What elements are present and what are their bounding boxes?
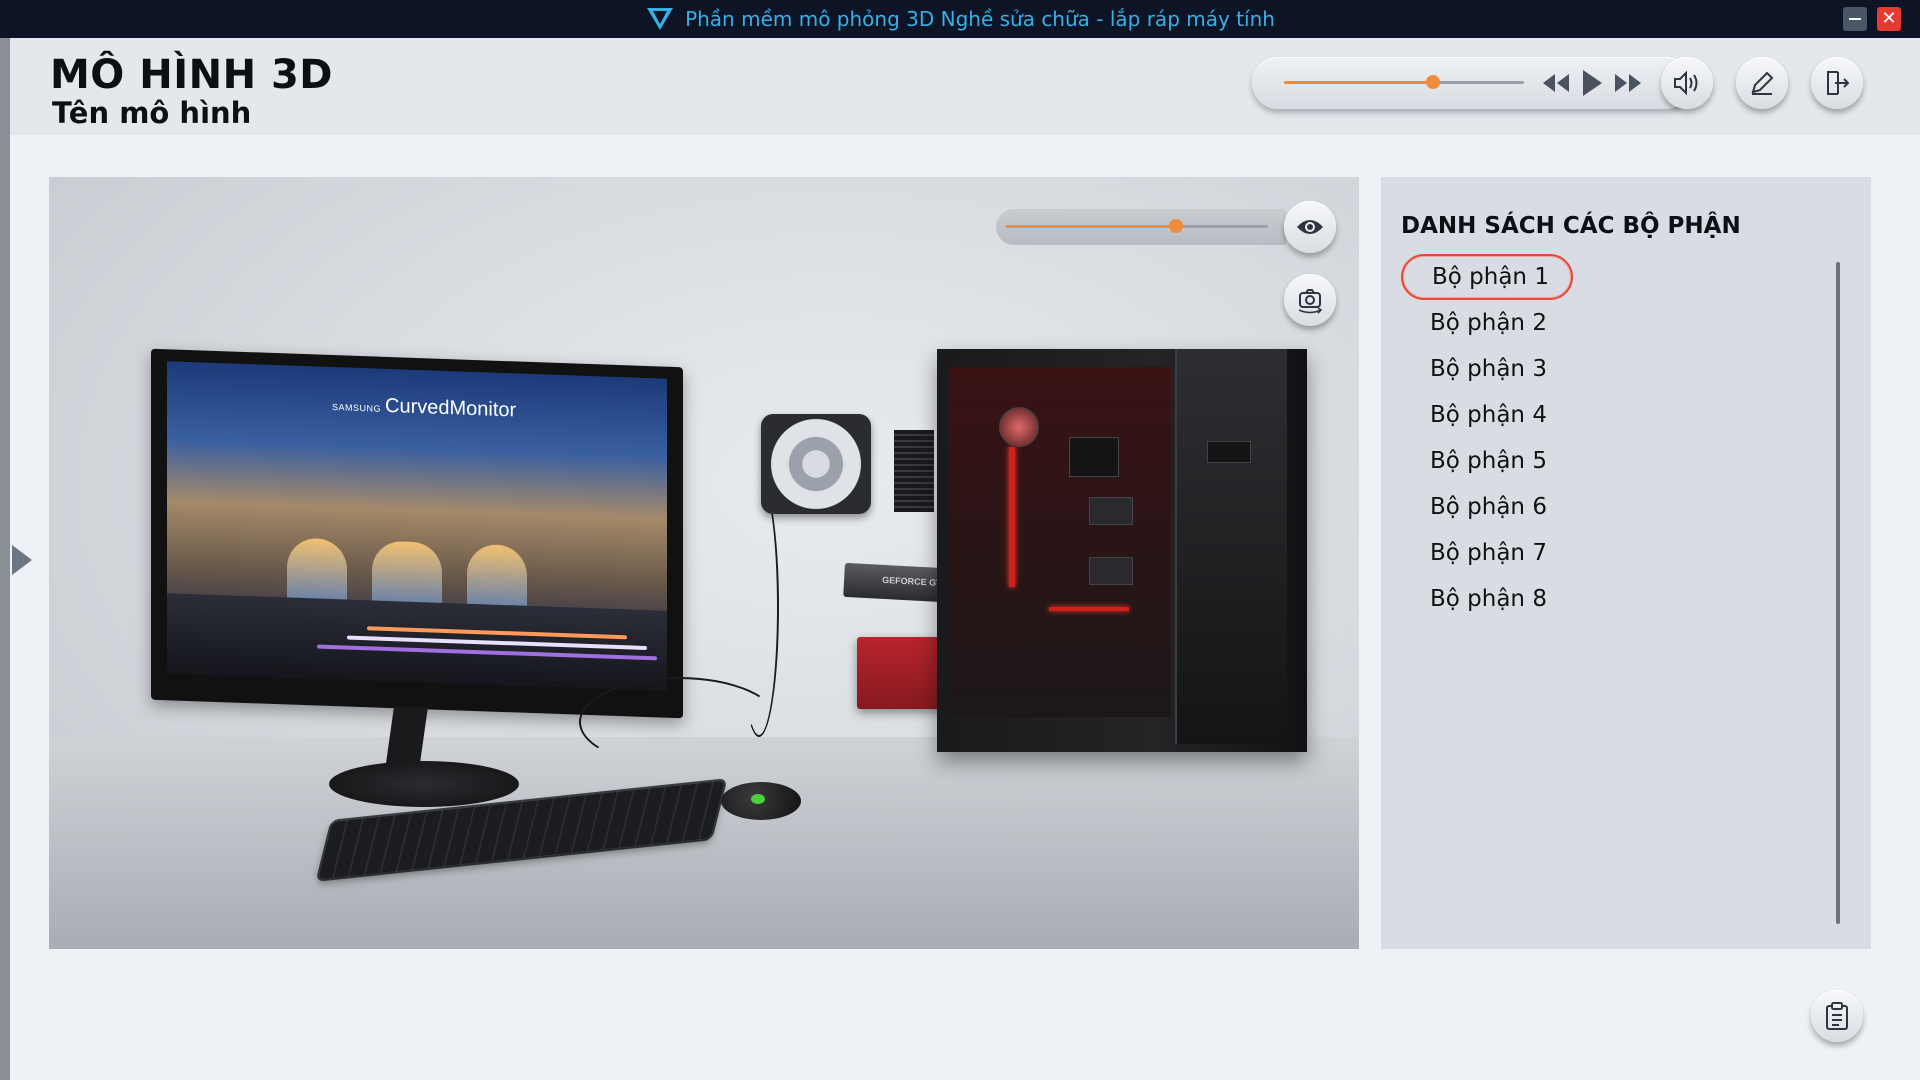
rewind-button[interactable] (1540, 69, 1572, 97)
fan-slot (999, 407, 1039, 447)
fast-forward-icon (1615, 74, 1641, 92)
rewind-icon (1543, 74, 1569, 92)
case-interior (949, 367, 1171, 717)
playback-slider-knob[interactable] (1425, 75, 1440, 89)
opacity-bar (996, 209, 1286, 245)
exit-button[interactable] (1811, 57, 1863, 109)
parts-scrollbar[interactable] (1836, 262, 1840, 924)
eye-icon (1297, 220, 1323, 234)
monitor-model[interactable]: SAMSUNG CurvedMonitor (151, 348, 683, 719)
list-item[interactable]: Bộ phận 7 (1401, 530, 1573, 576)
cpu-cooler-model[interactable] (761, 414, 871, 514)
sidebar-toggle-arrow-icon[interactable] (12, 545, 32, 575)
ssd (1089, 557, 1133, 585)
list-item[interactable]: Bộ phận 6 (1401, 484, 1573, 530)
red-led-strip (1009, 447, 1015, 587)
list-item[interactable]: Bộ phận 3 (1401, 346, 1573, 392)
parts-list: Bộ phận 1 Bộ phận 2 Bộ phận 3 Bộ phận 4 … (1401, 254, 1821, 622)
close-icon: ✕ (1881, 8, 1897, 29)
monitor-brand-text: SAMSUNG CurvedMonitor (332, 393, 516, 422)
list-item[interactable]: Bộ phận 2 (1401, 300, 1573, 346)
minimize-icon (1849, 18, 1861, 20)
mouse-logo (751, 794, 765, 804)
play-icon (1583, 70, 1602, 96)
edit-button[interactable] (1736, 57, 1788, 109)
pc-case-model[interactable] (937, 349, 1307, 752)
opacity-slider-fill (1006, 225, 1177, 228)
media-control-bar (1252, 57, 1692, 109)
motherboard-chip (1069, 437, 1119, 477)
list-item[interactable]: Bộ phận 4 (1401, 392, 1573, 438)
ssd (1089, 497, 1133, 525)
list-item[interactable]: Bộ phận 1 (1401, 254, 1573, 300)
parts-list-title: DANH SÁCH CÁC BỘ PHẬN (1401, 213, 1741, 239)
monitor-brand-main: CurvedMonitor (385, 394, 517, 422)
monitor-screen: SAMSUNG CurvedMonitor (167, 361, 667, 691)
title-bar: Phần mềm mô phỏng 3D Nghề sửa chữa - lắp… (0, 0, 1920, 38)
floor (49, 737, 1359, 949)
case-front-panel (1175, 349, 1287, 744)
exit-icon (1827, 71, 1850, 95)
list-item[interactable]: Bộ phận 5 (1401, 438, 1573, 484)
clipboard-icon (1826, 1002, 1848, 1030)
front-display (1207, 441, 1251, 463)
parts-panel: DANH SÁCH CÁC BỘ PHẬN Bộ phận 1 Bộ phận … (1381, 177, 1871, 949)
edit-icon (1751, 71, 1774, 95)
playback-slider[interactable] (1284, 75, 1524, 89)
model-name: Tên mô hình (52, 96, 252, 130)
camera-reset-icon (1298, 289, 1323, 314)
left-edge-strip (0, 38, 10, 1080)
opacity-slider[interactable] (1006, 219, 1268, 233)
mouse-model[interactable] (721, 782, 801, 820)
monitor-stand-base (329, 761, 519, 807)
minimize-button[interactable] (1843, 7, 1867, 31)
red-led-strip (1049, 607, 1129, 611)
window-title: Phần mềm mô phỏng 3D Nghề sửa chữa - lắp… (685, 7, 1275, 31)
close-button[interactable]: ✕ (1877, 7, 1901, 31)
3d-viewport[interactable]: SAMSUNG CurvedMonitor GEFORCE GTX (49, 177, 1359, 949)
visibility-button[interactable] (1284, 201, 1336, 253)
list-item[interactable]: Bộ phận 8 (1401, 576, 1573, 622)
play-button[interactable] (1578, 67, 1606, 99)
playback-slider-fill (1284, 81, 1433, 84)
ram-model[interactable] (894, 430, 934, 512)
monitor-brand-small: SAMSUNG (332, 402, 382, 414)
fast-forward-button[interactable] (1612, 69, 1644, 97)
opacity-slider-knob[interactable] (1169, 219, 1184, 233)
page-title: MÔ HÌNH 3D (50, 52, 334, 98)
cable (579, 677, 779, 767)
volume-button[interactable] (1661, 57, 1713, 109)
volume-icon (1674, 70, 1698, 96)
camera-reset-button[interactable] (1284, 274, 1336, 326)
clipboard-button[interactable] (1811, 990, 1863, 1042)
app-logo-icon (647, 8, 674, 30)
